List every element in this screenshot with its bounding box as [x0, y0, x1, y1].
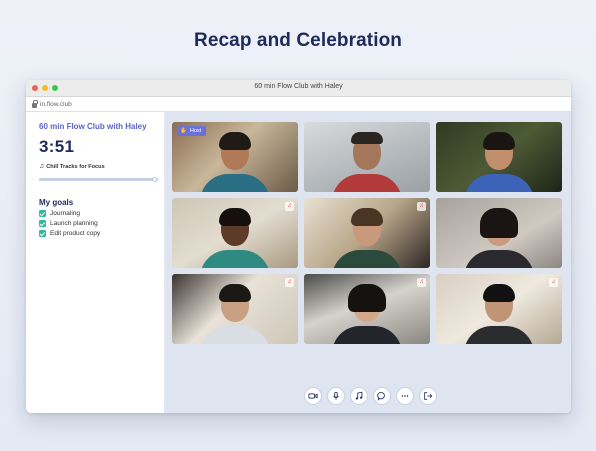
- goal-label: Launch planning: [50, 220, 98, 227]
- goal-item[interactable]: Edit product copy: [39, 230, 164, 237]
- music-progress-handle[interactable]: [152, 177, 158, 182]
- video-tile[interactable]: [436, 122, 562, 192]
- video-tile[interactable]: ♫: [436, 274, 562, 344]
- video-tile[interactable]: [304, 122, 430, 192]
- goal-label: Journaling: [50, 210, 80, 217]
- host-badge: ✋ Host: [177, 126, 207, 136]
- video-tile[interactable]: ♫: [304, 274, 430, 344]
- video-tile-host[interactable]: ✋ Host: [172, 122, 298, 192]
- browser-window: 60 min Flow Club with Haley in.flow.club…: [26, 80, 571, 413]
- video-tile[interactable]: ♫: [172, 274, 298, 344]
- chat-icon: [377, 392, 385, 401]
- participant-hair: [483, 132, 515, 150]
- mic-muted-icon: ♫: [549, 278, 558, 287]
- camera-button[interactable]: [304, 387, 322, 405]
- goal-item[interactable]: Journaling: [39, 210, 164, 217]
- video-tile[interactable]: [436, 198, 562, 268]
- session-sidebar: 60 min Flow Club with Haley 3:51 ♫ Chill…: [26, 112, 165, 413]
- participant-hair: [480, 208, 518, 238]
- address-bar[interactable]: in.flow.club: [26, 97, 571, 112]
- url-text[interactable]: in.flow.club: [40, 101, 72, 108]
- music-button[interactable]: [350, 387, 368, 405]
- participant-hair: [351, 208, 383, 226]
- session-timer: 3:51: [39, 137, 75, 156]
- app-content: 60 min Flow Club with Haley 3:51 ♫ Chill…: [26, 112, 571, 413]
- mic-muted-icon: ♫: [285, 278, 294, 287]
- participant-hair: [483, 284, 515, 302]
- goals-list: Journaling Launch planning Edit product …: [39, 210, 164, 237]
- music-note-icon: ♫: [39, 163, 45, 170]
- goal-checkbox[interactable]: [39, 230, 46, 237]
- participant-hair: [351, 132, 383, 144]
- goal-checkbox[interactable]: [39, 210, 46, 217]
- music-track-label[interactable]: Chill Tracks for Focus: [46, 164, 104, 170]
- camera-icon: [308, 393, 318, 399]
- leave-icon: [424, 392, 433, 400]
- chat-button[interactable]: [373, 387, 391, 405]
- window-title: 60 min Flow Club with Haley: [254, 83, 343, 90]
- goal-checkbox[interactable]: [39, 220, 46, 227]
- host-icon: ✋: [180, 128, 187, 134]
- page-headline: Recap and Celebration: [194, 30, 402, 51]
- music-player[interactable]: ♫ Chill Tracks for Focus: [39, 163, 164, 170]
- participant-hair: [219, 208, 251, 226]
- participant-hair: [219, 284, 251, 302]
- video-stage: ✋ Host ♫ ♫ ♫ ♫ ♫: [165, 112, 571, 413]
- more-options-button[interactable]: [396, 387, 414, 405]
- host-badge-label: Host: [189, 128, 202, 134]
- video-tile[interactable]: ♫: [172, 198, 298, 268]
- participant-hair: [219, 132, 251, 150]
- call-controls: [304, 387, 437, 405]
- more-icon: [401, 395, 409, 397]
- mic-muted-icon: ♫: [417, 202, 426, 211]
- goal-item[interactable]: Launch planning: [39, 220, 164, 227]
- goal-label: Edit product copy: [50, 230, 101, 237]
- lock-icon: [32, 99, 38, 108]
- mic-muted-icon: ♫: [285, 202, 294, 211]
- music-progress-bar[interactable]: [39, 177, 159, 182]
- microphone-icon: [333, 391, 339, 400]
- leave-button[interactable]: [419, 387, 437, 405]
- microphone-button[interactable]: [327, 387, 345, 405]
- video-tile[interactable]: ♫: [304, 198, 430, 268]
- mic-muted-icon: ♫: [417, 278, 426, 287]
- window-titlebar: 60 min Flow Club with Haley: [26, 80, 571, 97]
- participant-hair: [348, 284, 386, 312]
- music-icon: [355, 391, 363, 400]
- session-title: 60 min Flow Club with Haley: [39, 122, 147, 131]
- goals-heading: My goals: [39, 198, 74, 207]
- video-grid: ✋ Host ♫ ♫ ♫ ♫ ♫: [172, 122, 562, 344]
- music-progress-fill: [39, 178, 156, 181]
